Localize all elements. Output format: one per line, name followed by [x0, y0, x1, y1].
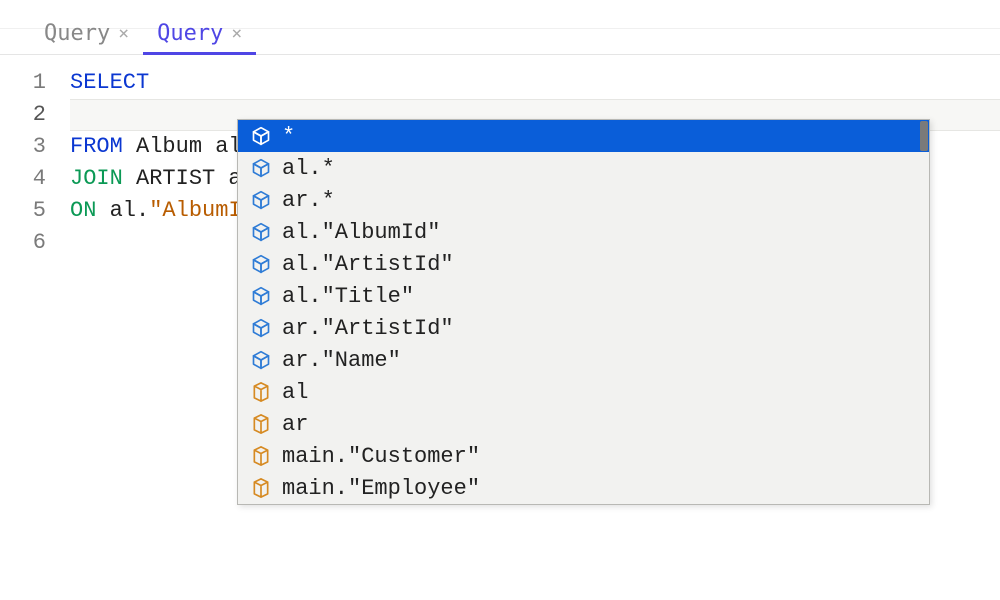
line-number: 6 [0, 227, 70, 259]
column-icon [250, 125, 272, 147]
line-number: 1 [0, 67, 70, 99]
close-icon[interactable]: × [118, 25, 129, 43]
code-token: Album al [123, 134, 242, 159]
scrollbar-thumb[interactable] [920, 121, 928, 151]
code-token: al. [96, 198, 149, 223]
code-line[interactable]: 1SELECT [0, 67, 1000, 99]
tab-label: Query [44, 21, 110, 46]
autocomplete-label: ar [282, 412, 308, 437]
autocomplete-label: al [282, 380, 308, 405]
tab-query-2[interactable]: Query × [143, 15, 256, 54]
code-token: JOIN [70, 166, 123, 191]
code-editor[interactable]: 1SELECT2 3FROM Album al 4JOIN ARTIST ar 5O… [0, 55, 1000, 259]
code-token: ON [70, 198, 96, 223]
column-icon [250, 221, 272, 243]
code-token: SELECT [70, 70, 149, 95]
autocomplete-label: ar.* [282, 188, 335, 213]
autocomplete-label: al."AlbumId" [282, 220, 440, 245]
autocomplete-label: ar."Name" [282, 348, 401, 373]
autocomplete-item[interactable]: al."Title" [238, 280, 929, 312]
autocomplete-label: main."Customer" [282, 444, 480, 469]
column-icon [250, 253, 272, 275]
line-number: 2 [0, 99, 70, 131]
column-icon [250, 317, 272, 339]
autocomplete-item[interactable]: al.* [238, 152, 929, 184]
autocomplete-item[interactable]: al."ArtistId" [238, 248, 929, 280]
autocomplete-item[interactable]: main."Employee" [238, 472, 929, 504]
close-icon[interactable]: × [231, 25, 242, 43]
tab-bar: Query × Query × [0, 0, 1000, 55]
autocomplete-item[interactable]: ar."ArtistId" [238, 312, 929, 344]
autocomplete-item[interactable]: ar [238, 408, 929, 440]
autocomplete-item[interactable]: * [238, 120, 929, 152]
autocomplete-item[interactable]: ar.* [238, 184, 929, 216]
code-token: FROM [70, 134, 123, 159]
line-number: 5 [0, 195, 70, 227]
autocomplete-item[interactable]: al [238, 376, 929, 408]
autocomplete-label: main."Employee" [282, 476, 480, 501]
tab-query-1[interactable]: Query × [30, 15, 143, 54]
tab-label: Query [157, 21, 223, 46]
table-icon [250, 381, 272, 403]
autocomplete-label: al."Title" [282, 284, 414, 309]
table-icon [250, 413, 272, 435]
code-content[interactable]: SELECT [70, 67, 1000, 99]
column-icon [250, 285, 272, 307]
autocomplete-item[interactable]: al."AlbumId" [238, 216, 929, 248]
autocomplete-item[interactable]: main."Customer" [238, 440, 929, 472]
column-icon [250, 157, 272, 179]
autocomplete-item[interactable]: ar."Name" [238, 344, 929, 376]
code-token [70, 102, 83, 127]
table-icon [250, 477, 272, 499]
column-icon [250, 349, 272, 371]
autocomplete-label: * [282, 124, 295, 149]
column-icon [250, 189, 272, 211]
autocomplete-label: ar."ArtistId" [282, 316, 454, 341]
line-number: 3 [0, 131, 70, 163]
table-icon [250, 445, 272, 467]
autocomplete-popup[interactable]: * al.* ar.* al."AlbumId" al."ArtistId" a… [237, 119, 930, 505]
line-number: 4 [0, 163, 70, 195]
autocomplete-label: al."ArtistId" [282, 252, 454, 277]
autocomplete-label: al.* [282, 156, 335, 181]
code-token: ARTIST ar [123, 166, 255, 191]
